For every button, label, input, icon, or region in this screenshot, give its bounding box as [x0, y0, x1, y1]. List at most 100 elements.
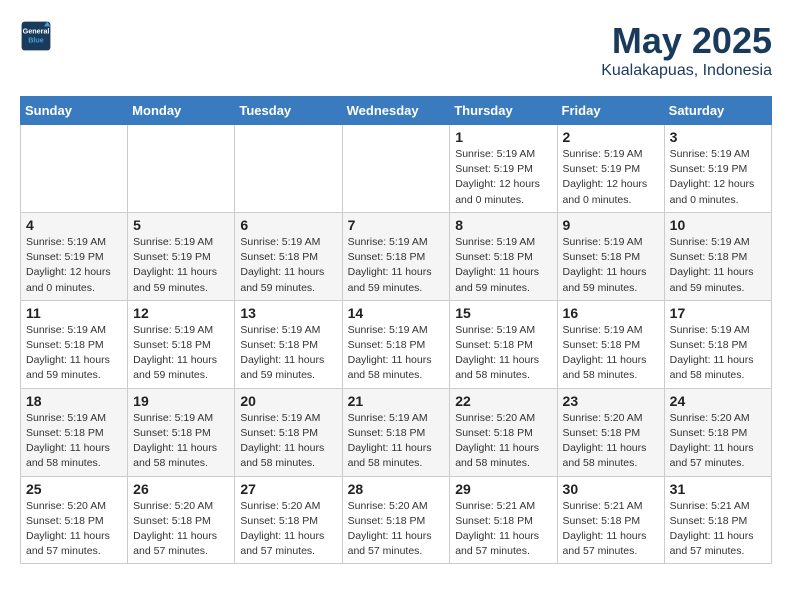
calendar-cell: 29 Sunrise: 5:21 AMSunset: 5:18 PMDayligh…: [450, 476, 557, 564]
day-number: 13: [240, 305, 336, 321]
day-info: Sunrise: 5:19 AMSunset: 5:18 PMDaylight:…: [670, 323, 766, 384]
day-number: 8: [455, 217, 551, 233]
header-day-friday: Friday: [557, 97, 664, 125]
header-day-monday: Monday: [128, 97, 235, 125]
page-header: General Blue May 2025 Kualakapuas, Indon…: [20, 20, 772, 80]
calendar-cell: 12 Sunrise: 5:19 AMSunset: 5:18 PMDayligh…: [128, 300, 235, 388]
day-info: Sunrise: 5:19 AMSunset: 5:18 PMDaylight:…: [240, 411, 336, 472]
calendar-cell: 21 Sunrise: 5:19 AMSunset: 5:18 PMDayligh…: [342, 388, 450, 476]
day-number: 29: [455, 481, 551, 497]
day-number: 18: [26, 393, 122, 409]
calendar-table: SundayMondayTuesdayWednesdayThursdayFrid…: [20, 96, 772, 564]
calendar-cell: 28 Sunrise: 5:20 AMSunset: 5:18 PMDayligh…: [342, 476, 450, 564]
calendar-cell: 19 Sunrise: 5:19 AMSunset: 5:18 PMDayligh…: [128, 388, 235, 476]
calendar-header-row: SundayMondayTuesdayWednesdayThursdayFrid…: [21, 97, 772, 125]
day-number: 10: [670, 217, 766, 233]
day-info: Sunrise: 5:20 AMSunset: 5:18 PMDaylight:…: [133, 499, 229, 560]
calendar-cell: 4 Sunrise: 5:19 AMSunset: 5:19 PMDaylight…: [21, 212, 128, 300]
calendar-cell: 7 Sunrise: 5:19 AMSunset: 5:18 PMDaylight…: [342, 212, 450, 300]
calendar-cell: 24 Sunrise: 5:20 AMSunset: 5:18 PMDayligh…: [664, 388, 771, 476]
calendar-cell: 16Sunrise: 5:19 AMSunset: 5:18 PMDayligh…: [557, 300, 664, 388]
location-subtitle: Kualakapuas, Indonesia: [601, 62, 772, 80]
day-number: 26: [133, 481, 229, 497]
calendar-cell: [342, 125, 450, 213]
calendar-cell: 3Sunrise: 5:19 AMSunset: 5:19 PMDaylight…: [664, 125, 771, 213]
day-info: Sunrise: 5:19 AMSunset: 5:18 PMDaylight:…: [133, 411, 229, 472]
day-info: Sunrise: 5:20 AMSunset: 5:18 PMDaylight:…: [670, 411, 766, 472]
calendar-cell: 20 Sunrise: 5:19 AMSunset: 5:18 PMDayligh…: [235, 388, 342, 476]
svg-text:General: General: [23, 27, 50, 36]
calendar-week-4: 18 Sunrise: 5:19 AMSunset: 5:18 PMDayligh…: [21, 388, 772, 476]
day-number: 21: [348, 393, 445, 409]
calendar-cell: 18 Sunrise: 5:19 AMSunset: 5:18 PMDayligh…: [21, 388, 128, 476]
calendar-cell: 27Sunrise: 5:20 AMSunset: 5:18 PMDayligh…: [235, 476, 342, 564]
day-info: Sunrise: 5:19 AMSunset: 5:18 PMDaylight:…: [240, 235, 336, 296]
day-info: Sunrise: 5:19 AMSunset: 5:19 PMDaylight:…: [26, 235, 122, 296]
calendar-cell: 9 Sunrise: 5:19 AMSunset: 5:18 PMDaylight…: [557, 212, 664, 300]
header-day-tuesday: Tuesday: [235, 97, 342, 125]
calendar-cell: 1Sunrise: 5:19 AMSunset: 5:19 PMDaylight…: [450, 125, 557, 213]
day-info: Sunrise: 5:19 AMSunset: 5:18 PMDaylight:…: [563, 323, 659, 384]
day-info: Sunrise: 5:21 AMSunset: 5:18 PMDaylight:…: [455, 499, 551, 560]
calendar-cell: 15 Sunrise: 5:19 AMSunset: 5:18 PMDayligh…: [450, 300, 557, 388]
day-number: 28: [348, 481, 445, 497]
day-number: 11: [26, 305, 122, 321]
svg-text:Blue: Blue: [28, 35, 44, 44]
day-number: 9: [563, 217, 659, 233]
calendar-cell: 5Sunrise: 5:19 AMSunset: 5:19 PMDaylight…: [128, 212, 235, 300]
day-number: 12: [133, 305, 229, 321]
day-number: 31: [670, 481, 766, 497]
title-block: May 2025 Kualakapuas, Indonesia: [601, 20, 772, 80]
day-number: 7: [348, 217, 445, 233]
day-info: Sunrise: 5:19 AMSunset: 5:18 PMDaylight:…: [133, 323, 229, 384]
calendar-cell: 17Sunrise: 5:19 AMSunset: 5:18 PMDayligh…: [664, 300, 771, 388]
calendar-week-1: 1 Sunrise: 5:19 AMSunset: 5:19 PMDaylight…: [21, 125, 772, 213]
day-info: Sunrise: 5:19 AMSunset: 5:19 PMDaylight:…: [563, 147, 659, 208]
day-info: Sunrise: 5:19 AMSunset: 5:18 PMDaylight:…: [348, 235, 445, 296]
day-info: Sunrise: 5:19 AMSunset: 5:18 PMDaylight:…: [348, 411, 445, 472]
day-info: Sunrise: 5:20 AMSunset: 5:18 PMDaylight:…: [26, 499, 122, 560]
day-info: Sunrise: 5:20 AMSunset: 5:18 PMDaylight:…: [240, 499, 336, 560]
logo-icon: General Blue: [20, 20, 52, 52]
day-info: Sunrise: 5:19 AMSunset: 5:18 PMDaylight:…: [670, 235, 766, 296]
header-day-saturday: Saturday: [664, 97, 771, 125]
day-number: 19: [133, 393, 229, 409]
day-info: Sunrise: 5:20 AMSunset: 5:18 PMDaylight:…: [348, 499, 445, 560]
day-number: 3: [670, 129, 766, 145]
calendar-cell: [128, 125, 235, 213]
calendar-cell: 26 Sunrise: 5:20 AMSunset: 5:18 PMDayligh…: [128, 476, 235, 564]
calendar-cell: 22 Sunrise: 5:20 AMSunset: 5:18 PMDayligh…: [450, 388, 557, 476]
calendar-cell: 13Sunrise: 5:19 AMSunset: 5:18 PMDayligh…: [235, 300, 342, 388]
day-info: Sunrise: 5:19 AMSunset: 5:18 PMDaylight:…: [563, 235, 659, 296]
day-number: 24: [670, 393, 766, 409]
day-info: Sunrise: 5:19 AMSunset: 5:18 PMDaylight:…: [26, 323, 122, 384]
day-number: 6: [240, 217, 336, 233]
header-day-wednesday: Wednesday: [342, 97, 450, 125]
day-info: Sunrise: 5:21 AMSunset: 5:18 PMDaylight:…: [563, 499, 659, 560]
day-number: 14: [348, 305, 445, 321]
header-day-sunday: Sunday: [21, 97, 128, 125]
day-info: Sunrise: 5:20 AMSunset: 5:18 PMDaylight:…: [563, 411, 659, 472]
day-number: 1: [455, 129, 551, 145]
day-info: Sunrise: 5:20 AMSunset: 5:18 PMDaylight:…: [455, 411, 551, 472]
day-number: 15: [455, 305, 551, 321]
day-number: 2: [563, 129, 659, 145]
calendar-week-2: 4 Sunrise: 5:19 AMSunset: 5:19 PMDaylight…: [21, 212, 772, 300]
day-info: Sunrise: 5:19 AMSunset: 5:18 PMDaylight:…: [348, 323, 445, 384]
day-number: 25: [26, 481, 122, 497]
calendar-cell: [235, 125, 342, 213]
calendar-cell: [21, 125, 128, 213]
calendar-week-3: 11 Sunrise: 5:19 AMSunset: 5:18 PMDayligh…: [21, 300, 772, 388]
day-info: Sunrise: 5:19 AMSunset: 5:18 PMDaylight:…: [26, 411, 122, 472]
day-info: Sunrise: 5:19 AMSunset: 5:18 PMDaylight:…: [455, 235, 551, 296]
day-number: 22: [455, 393, 551, 409]
day-number: 4: [26, 217, 122, 233]
calendar-cell: 11 Sunrise: 5:19 AMSunset: 5:18 PMDayligh…: [21, 300, 128, 388]
calendar-cell: 10 Sunrise: 5:19 AMSunset: 5:18 PMDayligh…: [664, 212, 771, 300]
day-number: 20: [240, 393, 336, 409]
day-info: Sunrise: 5:19 AMSunset: 5:18 PMDaylight:…: [455, 323, 551, 384]
calendar-week-5: 25 Sunrise: 5:20 AMSunset: 5:18 PMDayligh…: [21, 476, 772, 564]
month-title: May 2025: [601, 20, 772, 62]
calendar-cell: 23Sunrise: 5:20 AMSunset: 5:18 PMDayligh…: [557, 388, 664, 476]
calendar-cell: 25 Sunrise: 5:20 AMSunset: 5:18 PMDayligh…: [21, 476, 128, 564]
